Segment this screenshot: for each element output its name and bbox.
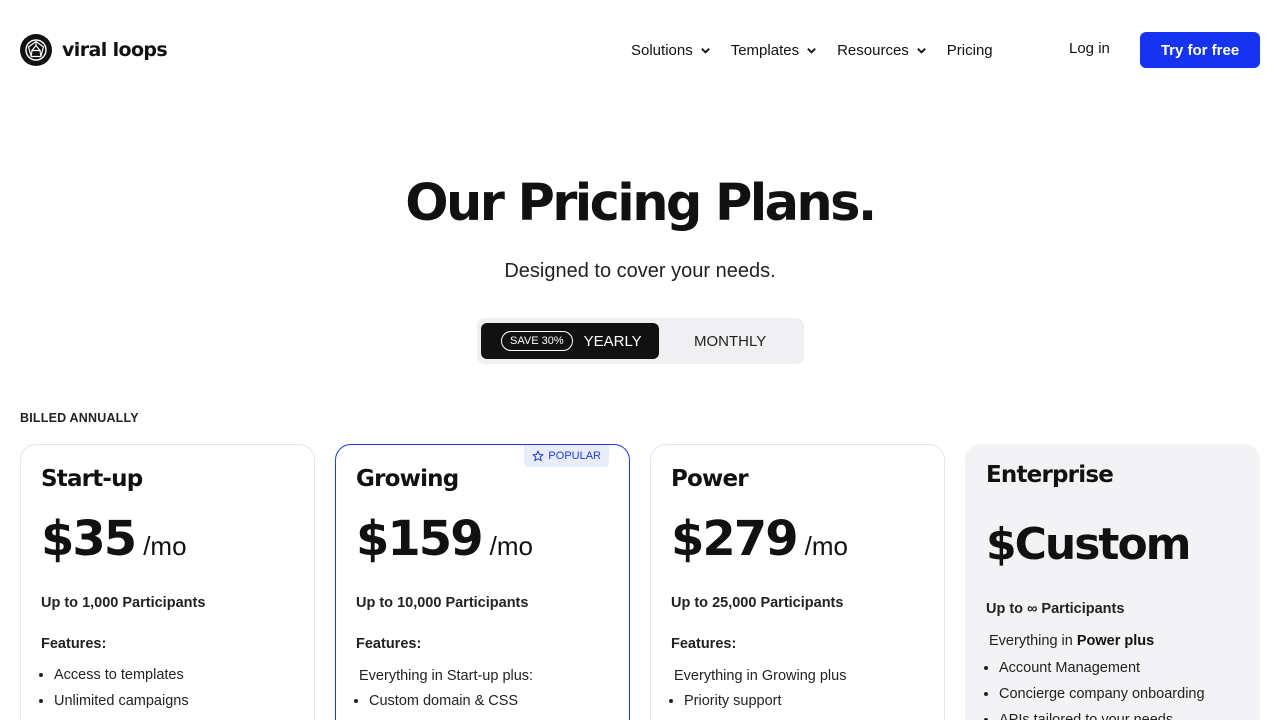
plan-card-growing: POPULAR Growing $159 /mo Up to 10,000 Pa… xyxy=(335,444,630,720)
inherits-plan: Power plus xyxy=(1076,633,1155,649)
nav-item-label: Templates xyxy=(730,41,800,59)
star-icon xyxy=(532,450,544,462)
yearly-label: YEARLY xyxy=(583,332,642,350)
feature-item: Priority support xyxy=(684,692,782,718)
feature-list: Account Management Concierge company onb… xyxy=(999,659,1205,720)
billing-toggle: SAVE 30% YEARLY MONTHLY xyxy=(477,318,804,364)
features-label: Features: xyxy=(41,636,107,652)
inherits-text: Everything in Start-up plus: xyxy=(359,668,534,684)
brand-logo[interactable]: viral loops xyxy=(20,34,168,66)
page-title: Our Pricing Plans. xyxy=(405,174,877,233)
save-badge: SAVE 30% xyxy=(501,331,573,351)
price-period: /mo xyxy=(804,531,848,561)
plan-price: $35 xyxy=(41,511,137,567)
plan-name: Growing xyxy=(356,466,459,492)
plan-name: Enterprise xyxy=(986,462,1114,488)
plan-name: Power xyxy=(671,466,749,492)
price-period: /mo xyxy=(143,531,187,561)
plan-card-enterprise: Enterprise $Custom Up to ∞ Participants … xyxy=(965,444,1260,720)
logo-icon xyxy=(20,34,52,66)
plan-price: $279 xyxy=(671,511,799,567)
main-nav: Solutions Templates Resources Pricing xyxy=(631,38,993,62)
plan-name: Start-up xyxy=(41,466,143,492)
chevron-down-icon xyxy=(700,47,710,54)
inherits-text: Everything in Growing plus xyxy=(674,668,847,684)
participants-limit: Up to ∞ Participants xyxy=(986,601,1125,617)
feature-item: Account Management xyxy=(999,659,1205,685)
nav-item-label: Solutions xyxy=(631,41,693,59)
features-label: Features: xyxy=(671,636,737,652)
nav-item-resources[interactable]: Resources xyxy=(837,42,927,59)
price-row: $35 /mo xyxy=(41,511,187,567)
feature-item: Custom domain & CSS xyxy=(369,692,518,718)
plan-card-power: Power $279 /mo Up to 25,000 Participants… xyxy=(650,444,945,720)
monthly-option[interactable]: MONTHLY xyxy=(694,333,766,350)
login-link[interactable]: Log in xyxy=(1069,40,1110,57)
billing-note: BILLED ANNUALLY xyxy=(20,411,139,425)
plan-price: $159 xyxy=(356,511,484,567)
chevron-down-icon xyxy=(916,47,926,54)
feature-list: Priority support xyxy=(684,692,782,718)
inherits-prefix: Everything in xyxy=(989,633,1073,649)
nav-item-templates[interactable]: Templates xyxy=(731,42,817,59)
feature-list: Access to templates Unlimited campaigns xyxy=(54,666,189,718)
feature-item: APIs tailored to your needs xyxy=(999,711,1205,720)
site-header: viral loops Solutions Templates Resource… xyxy=(0,0,1280,100)
participants-limit: Up to 25,000 Participants xyxy=(671,595,844,611)
feature-item: Unlimited campaigns xyxy=(54,692,189,718)
yearly-option[interactable]: SAVE 30% YEARLY xyxy=(481,323,659,359)
nav-item-pricing[interactable]: Pricing xyxy=(947,42,993,59)
nav-item-label: Resources xyxy=(837,41,909,59)
brand-name: viral loops xyxy=(62,39,168,61)
price-row: $159 /mo xyxy=(356,511,533,567)
feature-item: Access to templates xyxy=(54,666,189,692)
popular-badge: POPULAR xyxy=(524,445,609,467)
feature-list: Custom domain & CSS xyxy=(369,692,518,718)
nav-item-label: Pricing xyxy=(946,41,993,59)
inherits-text: Everything in Power plus xyxy=(989,633,1154,649)
participants-limit: Up to 10,000 Participants xyxy=(356,595,529,611)
price-row: $Custom xyxy=(986,519,1192,570)
plan-price: $Custom xyxy=(986,519,1192,570)
feature-item: Concierge company onboarding xyxy=(999,685,1205,711)
chevron-down-icon xyxy=(807,47,816,54)
try-for-free-button[interactable]: Try for free xyxy=(1140,32,1260,68)
features-label: Features: xyxy=(356,636,422,652)
page-subtitle: Designed to cover your needs. xyxy=(504,260,776,282)
plan-card-startup: Start-up $35 /mo Up to 1,000 Participant… xyxy=(20,444,315,720)
popular-label: POPULAR xyxy=(548,450,601,462)
price-period: /mo xyxy=(489,531,533,561)
price-row: $279 /mo xyxy=(671,511,848,567)
participants-limit: Up to 1,000 Participants xyxy=(41,595,206,611)
nav-item-solutions[interactable]: Solutions xyxy=(631,42,711,59)
